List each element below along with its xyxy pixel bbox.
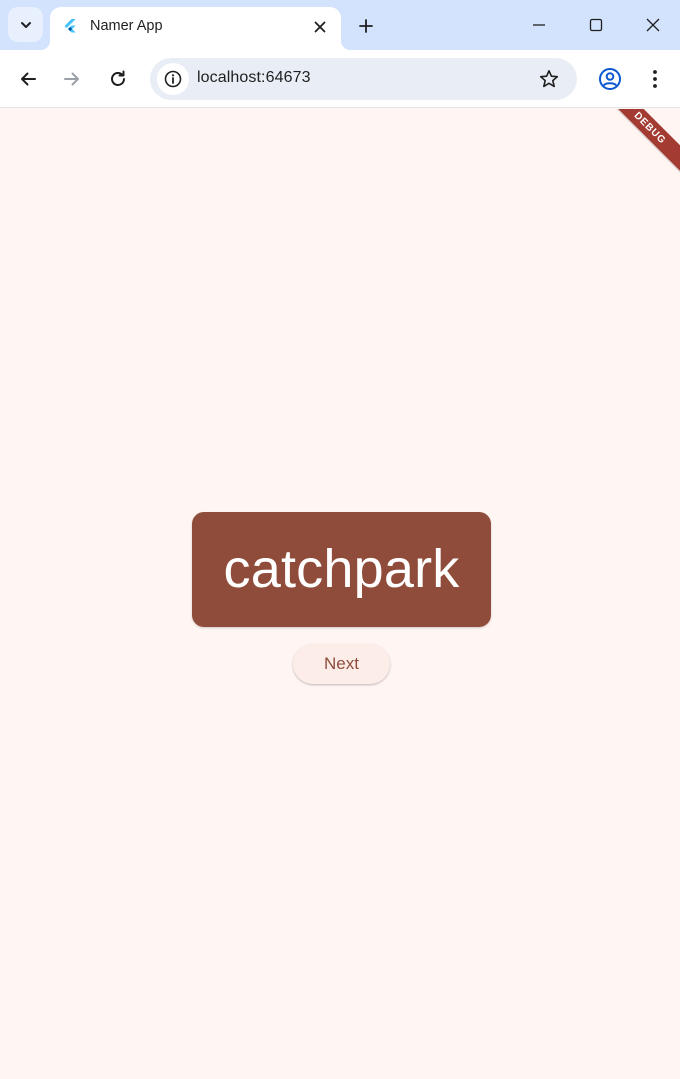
next-button[interactable]: Next (293, 644, 390, 684)
close-icon (314, 21, 326, 33)
maximize-icon (589, 18, 603, 32)
bookmark-button[interactable] (537, 67, 561, 91)
info-icon (164, 70, 182, 88)
profile-button[interactable] (595, 64, 625, 94)
browser-toolbar: localhost:64673 (0, 50, 680, 108)
new-tab-button[interactable] (352, 12, 380, 40)
reload-button[interactable] (103, 64, 133, 94)
maximize-button[interactable] (581, 10, 611, 40)
plus-icon (359, 19, 373, 33)
forward-arrow-icon (64, 72, 79, 86)
next-button-label: Next (324, 654, 359, 673)
minimize-icon (533, 24, 545, 26)
app-page: catchpark Next DEBUG (0, 109, 680, 1079)
minimize-button[interactable] (524, 10, 554, 40)
close-window-button[interactable] (638, 10, 668, 40)
url-text[interactable]: localhost:64673 (197, 69, 311, 87)
back-arrow-icon (21, 72, 36, 86)
close-icon (646, 18, 660, 32)
debug-banner: DEBUG (601, 109, 680, 177)
tab-strip: Namer App (0, 0, 680, 50)
back-button[interactable] (13, 64, 43, 94)
reload-icon (111, 70, 125, 86)
profile-icon (599, 68, 621, 90)
star-icon (539, 70, 559, 88)
forward-button[interactable] (57, 64, 87, 94)
word-pair-card: catchpark (192, 512, 491, 627)
kebab-menu-icon (653, 70, 657, 88)
word-pair-text: catchpark (223, 538, 460, 599)
tab-search-button[interactable] (8, 7, 43, 42)
tab-active[interactable]: Namer App (40, 7, 351, 50)
tab-close-button[interactable] (309, 16, 331, 38)
browser-menu-button[interactable] (640, 64, 670, 94)
flutter-logo-icon (64, 19, 76, 33)
chevron-down-icon (20, 21, 31, 28)
site-info-button[interactable] (157, 63, 189, 95)
address-bar[interactable]: localhost:64673 (150, 58, 577, 100)
tab-title: Namer App (90, 18, 163, 34)
debug-banner-label: DEBUG (631, 109, 669, 147)
